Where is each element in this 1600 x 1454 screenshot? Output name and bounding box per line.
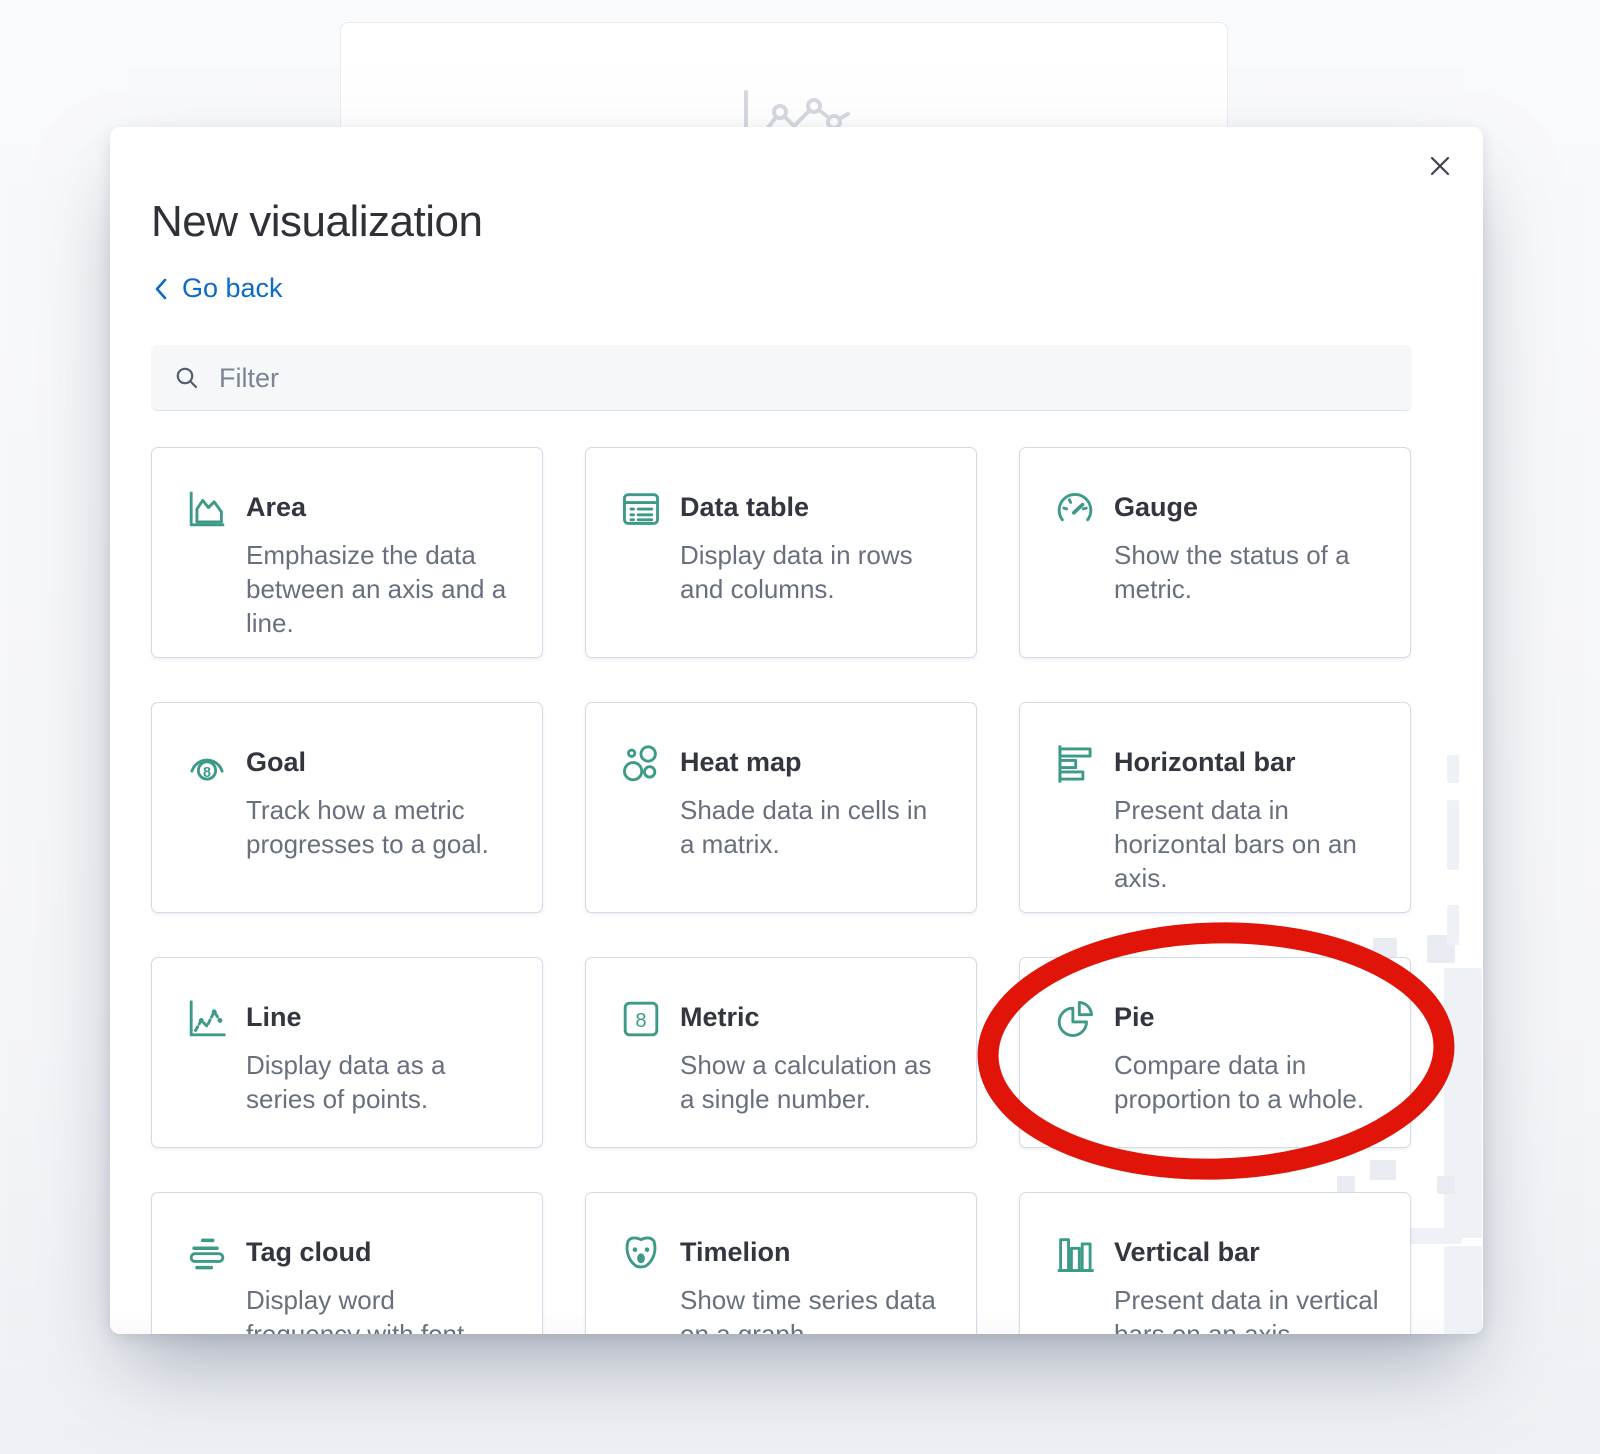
viz-card-description: Shade data in cells in a matrix. bbox=[680, 793, 946, 861]
viz-card-title: Timelion bbox=[680, 1231, 946, 1269]
viz-card-gauge[interactable]: Gauge Show the status of a metric. bbox=[1019, 447, 1411, 658]
viz-card-tag-cloud[interactable]: Tag cloud Display word frequency with fo… bbox=[151, 1192, 543, 1334]
metric-icon: 8 bbox=[618, 996, 664, 1042]
horizontal-bar-icon bbox=[1052, 741, 1098, 787]
viz-card-description: Show a calculation as a single number. bbox=[680, 1048, 946, 1116]
viz-card-description: Display data in rows and columns. bbox=[680, 538, 946, 606]
viz-card-goal[interactable]: 8 Goal Track how a metric progresses to … bbox=[151, 702, 543, 913]
go-back-label: Go back bbox=[182, 273, 283, 304]
viz-card-heat-map[interactable]: Heat map Shade data in cells in a matrix… bbox=[585, 702, 977, 913]
viz-card-title: Pie bbox=[1114, 996, 1380, 1034]
viz-card-vertical-bar[interactable]: Vertical bar Present data in vertical ba… bbox=[1019, 1192, 1411, 1334]
viz-card-title: Heat map bbox=[680, 741, 946, 779]
viz-card-line[interactable]: Line Display data as a series of points. bbox=[151, 957, 543, 1148]
viz-card-description: Track how a metric progresses to a goal. bbox=[246, 793, 512, 861]
viz-card-title: Gauge bbox=[1114, 486, 1380, 524]
viz-card-description: Compare data in proportion to a whole. bbox=[1114, 1048, 1380, 1116]
viz-card-description: Show time series data on a graph. bbox=[680, 1283, 946, 1334]
viz-card-horizontal-bar[interactable]: Horizontal bar Present data in horizonta… bbox=[1019, 702, 1411, 913]
svg-text:8: 8 bbox=[635, 1010, 646, 1032]
background-artifact bbox=[1447, 800, 1459, 870]
background-artifact bbox=[1437, 1176, 1455, 1194]
timelion-icon bbox=[618, 1231, 664, 1277]
close-icon bbox=[1427, 153, 1453, 179]
new-visualization-modal: New visualization Go back Area Emphasize… bbox=[110, 127, 1483, 1334]
viz-card-title: Vertical bar bbox=[1114, 1231, 1380, 1269]
filter-field bbox=[151, 345, 1412, 411]
viz-card-timelion[interactable]: Timelion Show time series data on a grap… bbox=[585, 1192, 977, 1334]
viz-card-description: Present data in vertical bars on an axis… bbox=[1114, 1283, 1380, 1334]
viz-card-title: Metric bbox=[680, 996, 946, 1034]
viz-card-description: Display word frequency with font size. bbox=[246, 1283, 512, 1334]
go-back-link[interactable]: Go back bbox=[153, 273, 283, 304]
visualization-grid: Area Emphasize the data between an axis … bbox=[151, 447, 1412, 1334]
viz-card-pie[interactable]: Pie Compare data in proportion to a whol… bbox=[1019, 957, 1411, 1148]
background-artifact bbox=[1447, 905, 1459, 945]
tag-cloud-icon bbox=[184, 1231, 230, 1277]
viz-card-title: Horizontal bar bbox=[1114, 741, 1380, 779]
background-artifact bbox=[1447, 755, 1459, 783]
background-artifact bbox=[1444, 968, 1482, 1238]
viz-card-description: Show the status of a metric. bbox=[1114, 538, 1380, 606]
close-button[interactable] bbox=[1423, 149, 1457, 183]
viz-card-data-table[interactable]: Data table Display data in rows and colu… bbox=[585, 447, 977, 658]
vertical-bar-icon bbox=[1052, 1231, 1098, 1277]
filter-input[interactable] bbox=[217, 344, 1412, 412]
gauge-icon bbox=[1052, 486, 1098, 532]
heat-map-icon bbox=[618, 741, 664, 787]
chevron-left-icon bbox=[153, 277, 169, 301]
viz-card-title: Area bbox=[246, 486, 512, 524]
viz-card-metric[interactable]: 8 Metric Show a calculation as a single … bbox=[585, 957, 977, 1148]
viz-card-title: Line bbox=[246, 996, 512, 1034]
viz-card-area[interactable]: Area Emphasize the data between an axis … bbox=[151, 447, 543, 658]
viz-card-title: Data table bbox=[680, 486, 946, 524]
viz-card-title: Goal bbox=[246, 741, 512, 779]
svg-text:8: 8 bbox=[203, 765, 211, 781]
goal-icon: 8 bbox=[184, 741, 230, 787]
line-chart-icon bbox=[184, 996, 230, 1042]
viz-card-description: Present data in horizontal bars on an ax… bbox=[1114, 793, 1380, 895]
pie-chart-icon bbox=[1052, 996, 1098, 1042]
viz-card-description: Display data as a series of points. bbox=[246, 1048, 512, 1116]
viz-card-description: Emphasize the data between an axis and a… bbox=[246, 538, 512, 640]
viz-card-title: Tag cloud bbox=[246, 1231, 512, 1269]
area-chart-icon bbox=[184, 486, 230, 532]
data-table-icon bbox=[618, 486, 664, 532]
modal-title: New visualization bbox=[151, 196, 482, 248]
background-artifact bbox=[1444, 1246, 1482, 1334]
search-icon bbox=[173, 364, 201, 392]
